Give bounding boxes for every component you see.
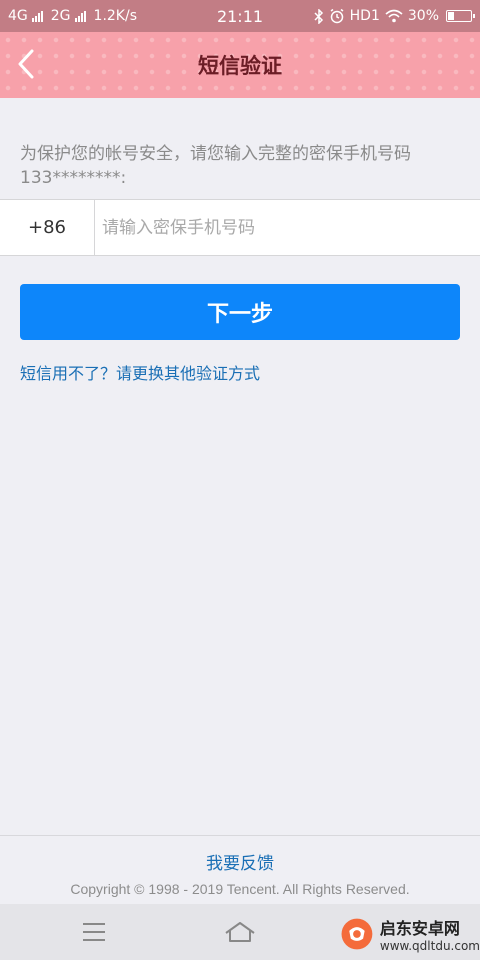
network-type-1: 4G xyxy=(8,8,28,24)
watermark-url: www.qdltdu.com xyxy=(379,939,480,953)
next-step-button[interactable]: 下一步 xyxy=(20,284,460,340)
feedback-link[interactable]: 我要反馈 xyxy=(0,849,480,874)
wifi-icon xyxy=(385,9,403,23)
battery-icon xyxy=(446,10,475,22)
copyright-text: Copyright © 1998 - 2019 Tencent. All Rig… xyxy=(70,881,410,897)
menu-button[interactable] xyxy=(54,904,134,960)
status-bar: 4G 2G 1.2K/s 21:11 HD1 30% xyxy=(0,0,480,32)
country-code-selector[interactable]: +86 xyxy=(0,200,95,255)
bluetooth-icon xyxy=(314,8,323,24)
battery-fill xyxy=(448,12,454,20)
menu-icon xyxy=(83,923,105,941)
home-icon xyxy=(225,922,255,942)
signal-icon-2 xyxy=(74,10,86,22)
alternative-verification-link[interactable]: 短信用不了？请更换其他验证方式 xyxy=(20,360,260,384)
watermark: 启东安卓网 www.qdltdu.com xyxy=(340,908,480,960)
signal-icon xyxy=(31,10,43,22)
phone-input-row: +86 xyxy=(0,199,480,256)
battery-percent: 30% xyxy=(407,8,439,24)
network-speed: 1.2K/s xyxy=(93,8,137,24)
instruction-text: 为保护您的帐号安全，请您输入完整的密保手机号码133********: xyxy=(20,144,411,188)
hd-indicator: HD1 xyxy=(349,8,380,24)
phone-number-input[interactable] xyxy=(95,200,480,255)
page-title: 短信验证 xyxy=(198,54,282,78)
watermark-title: 启东安卓网 xyxy=(379,919,460,938)
home-button[interactable] xyxy=(200,904,280,960)
network-type-2: 2G xyxy=(50,8,71,24)
footer-divider xyxy=(0,835,480,836)
status-right: HD1 30% xyxy=(314,8,475,24)
header: 短信验证 xyxy=(0,32,480,98)
watermark-logo-icon xyxy=(341,918,373,950)
status-left: 4G 2G 1.2K/s xyxy=(8,8,137,24)
chevron-left-icon xyxy=(18,49,34,79)
alarm-icon xyxy=(330,8,344,24)
back-button[interactable] xyxy=(6,44,46,84)
